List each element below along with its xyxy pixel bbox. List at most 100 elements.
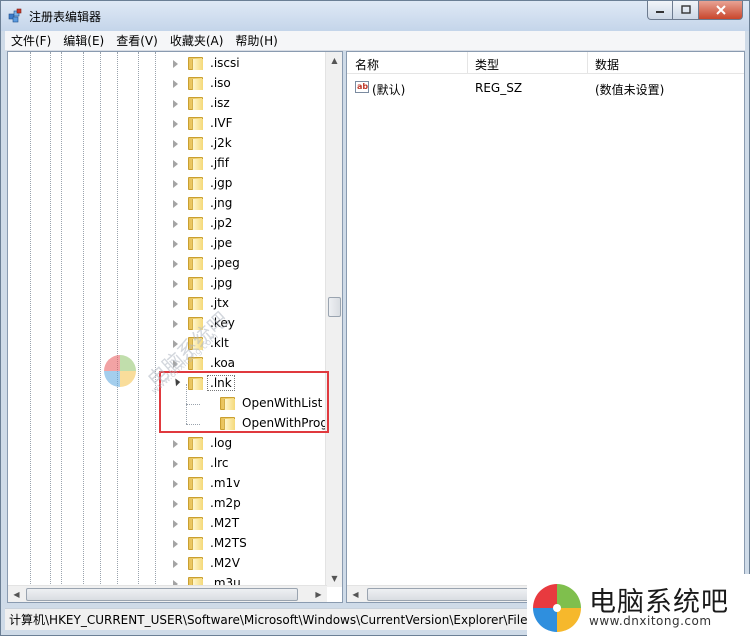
- tree-item-label[interactable]: .isz: [210, 96, 230, 110]
- column-name-header[interactable]: 名称: [355, 56, 379, 73]
- tree-key-item[interactable]: .log: [8, 434, 328, 454]
- collapse-arrow-icon[interactable]: [173, 160, 178, 168]
- collapse-arrow-icon[interactable]: [173, 60, 178, 68]
- tree-key-item[interactable]: .iscsi: [8, 54, 328, 74]
- tree-item-label[interactable]: .jfif: [210, 156, 229, 170]
- scroll-down-icon[interactable]: ▼: [326, 570, 342, 587]
- collapse-arrow-icon[interactable]: [173, 540, 178, 548]
- collapse-arrow-icon[interactable]: [173, 200, 178, 208]
- tree-key-item[interactable]: .isz: [8, 94, 328, 114]
- menu-file[interactable]: 文件(F): [5, 31, 57, 51]
- value-data: (数值未设置): [595, 83, 665, 97]
- folder-icon: [188, 77, 203, 90]
- tree-item-label[interactable]: .jng: [210, 196, 232, 210]
- tree-item-label[interactable]: .jgp: [210, 176, 232, 190]
- collapse-arrow-icon[interactable]: [173, 100, 178, 108]
- folder-icon: [188, 117, 203, 130]
- tree-key-item[interactable]: .M2T: [8, 514, 328, 534]
- collapse-arrow-icon[interactable]: [173, 180, 178, 188]
- window-title: 注册表编辑器: [29, 10, 102, 24]
- collapse-arrow-icon[interactable]: [173, 240, 178, 248]
- collapse-arrow-icon[interactable]: [173, 460, 178, 468]
- scrollbar-thumb[interactable]: [26, 588, 298, 601]
- menu-help[interactable]: 帮助(H): [229, 31, 283, 51]
- collapse-arrow-icon[interactable]: [173, 140, 178, 148]
- menu-view[interactable]: 查看(V): [110, 31, 164, 51]
- tree-item-label[interactable]: .j2k: [210, 136, 232, 150]
- folder-icon: [188, 177, 203, 190]
- menu-edit[interactable]: 编辑(E): [57, 31, 110, 51]
- folder-icon: [188, 537, 203, 550]
- collapse-arrow-icon[interactable]: [173, 560, 178, 568]
- tree-item-label[interactable]: .IVF: [210, 116, 232, 130]
- collapse-arrow-icon[interactable]: [173, 500, 178, 508]
- maximize-button[interactable]: [673, 1, 699, 20]
- folder-icon: [188, 217, 203, 230]
- folder-icon: [188, 157, 203, 170]
- tree-item-label[interactable]: .m1v: [210, 476, 240, 490]
- values-pane[interactable]: 名称 类型 数据 ab (默认) REG_SZ (数值未设置) ◀: [346, 51, 745, 603]
- close-button[interactable]: [699, 1, 743, 20]
- tree-key-item[interactable]: .jgp: [8, 174, 328, 194]
- maximize-icon: [680, 5, 691, 14]
- menu-favorites[interactable]: 收藏夹(A): [164, 31, 230, 51]
- tree-item-label[interactable]: .m2p: [210, 496, 241, 510]
- folder-icon: [188, 437, 203, 450]
- tree-vertical-scrollbar[interactable]: ▲ ▼: [325, 52, 342, 587]
- scroll-up-icon[interactable]: ▲: [326, 52, 342, 69]
- tree-key-item[interactable]: .jp2: [8, 214, 328, 234]
- tree-key-item[interactable]: .jfif: [8, 154, 328, 174]
- column-data-header[interactable]: 数据: [595, 56, 619, 73]
- minimize-button[interactable]: [647, 1, 673, 20]
- site-logo-icon: [533, 584, 581, 632]
- folder-icon: [188, 97, 203, 110]
- tree-item-label[interactable]: .iso: [210, 76, 231, 90]
- folder-icon: [188, 517, 203, 530]
- tree-key-item[interactable]: .m2p: [8, 494, 328, 514]
- collapse-arrow-icon[interactable]: [173, 80, 178, 88]
- tree-key-item[interactable]: .M2TS: [8, 534, 328, 554]
- folder-icon: [188, 237, 203, 250]
- collapse-arrow-icon[interactable]: [173, 120, 178, 128]
- scrollbar-thumb[interactable]: [367, 588, 529, 601]
- tree-key-item[interactable]: .jng: [8, 194, 328, 214]
- scroll-left-icon[interactable]: ◀: [347, 586, 364, 602]
- tree-item-label[interactable]: .M2TS: [210, 536, 247, 550]
- window-controls: [647, 1, 743, 20]
- tree-horizontal-scrollbar[interactable]: ◀ ▶: [8, 585, 327, 602]
- tree-item-label[interactable]: .jpe: [210, 236, 232, 250]
- tree-key-item[interactable]: .iso: [8, 74, 328, 94]
- tree-item-label[interactable]: .lrc: [210, 456, 228, 470]
- tree-item-label[interactable]: .M2T: [210, 516, 239, 530]
- column-type-header[interactable]: 类型: [475, 56, 499, 73]
- tree-key-item[interactable]: .jpe: [8, 234, 328, 254]
- collapse-arrow-icon[interactable]: [173, 480, 178, 488]
- collapse-arrow-icon[interactable]: [173, 440, 178, 448]
- scroll-right-icon[interactable]: ▶: [310, 586, 327, 602]
- tree-item-label[interactable]: .iscsi: [210, 56, 240, 70]
- tree-key-item[interactable]: .M2V: [8, 554, 328, 574]
- collapse-arrow-icon[interactable]: [173, 520, 178, 528]
- folder-icon: [188, 57, 203, 70]
- column-divider[interactable]: [467, 52, 468, 74]
- tree-item-label[interactable]: .jp2: [210, 216, 232, 230]
- watermark-logo-icon: [104, 355, 136, 387]
- tree-key-item[interactable]: .lrc: [8, 454, 328, 474]
- column-divider[interactable]: [587, 52, 588, 74]
- minimize-icon: [656, 11, 664, 13]
- tree-key-item[interactable]: .m1v: [8, 474, 328, 494]
- menu-bar: 文件(F) 编辑(E) 查看(V) 收藏夹(A) 帮助(H): [5, 31, 745, 51]
- title-bar[interactable]: 注册表编辑器: [1, 1, 749, 31]
- watermark-text: 电脑系统吧: [142, 307, 234, 392]
- folder-icon: [188, 497, 203, 510]
- scroll-left-icon[interactable]: ◀: [8, 586, 25, 602]
- collapse-arrow-icon[interactable]: [173, 220, 178, 228]
- tree-item-label[interactable]: .M2V: [210, 556, 240, 570]
- tree-item-label[interactable]: .log: [210, 436, 232, 450]
- values-column-header: 名称 类型 数据: [347, 52, 744, 74]
- tree-key-item[interactable]: .j2k: [8, 134, 328, 154]
- site-logo-url: www.dnxitong.com: [589, 614, 712, 628]
- scrollbar-thumb[interactable]: [328, 297, 341, 317]
- tree-key-item[interactable]: .IVF: [8, 114, 328, 134]
- folder-icon: [188, 137, 203, 150]
